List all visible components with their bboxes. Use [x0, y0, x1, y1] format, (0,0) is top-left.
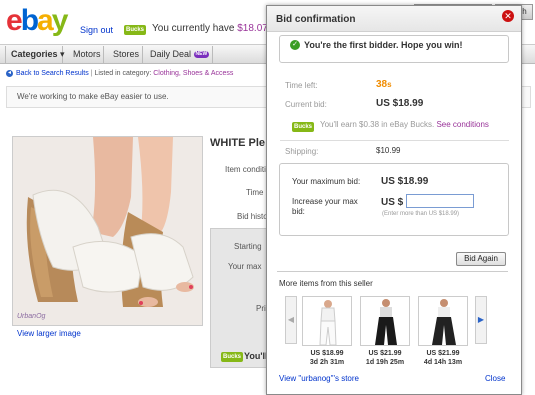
your-max-label: Your max	[228, 262, 262, 271]
seller-item-thumbnail[interactable]	[418, 296, 468, 346]
currency-prefix: US $	[381, 197, 404, 208]
bucks-balance-text: You currently have $18.07	[152, 23, 268, 34]
sign-out-link[interactable]: Sign out	[80, 25, 113, 35]
seller-item-thumbnail[interactable]	[360, 296, 410, 346]
nav-daily-deal[interactable]: Daily Deal NEW	[145, 46, 213, 63]
increase-max-bid-label-2: bid:	[292, 207, 305, 216]
max-bid-input[interactable]	[406, 194, 474, 208]
bid-history-label: Bid histo	[237, 212, 268, 221]
item-condition-label: Item conditi	[225, 165, 266, 174]
carousel-next-icon[interactable]: ▶	[475, 296, 487, 344]
ebay-logo[interactable]: ebay	[6, 4, 76, 38]
max-bid-value: US $18.99	[381, 176, 429, 187]
breadcrumb: ◂ Back to Search Results | Listed in cate…	[0, 66, 270, 82]
success-message: You're the first bidder. Hope you win!	[304, 40, 463, 50]
current-bid-label: Current bid:	[285, 100, 327, 109]
nav-categories[interactable]: Categories ▾	[5, 46, 65, 63]
ebay-bucks-badge: Bucks	[124, 25, 147, 35]
seller-item-time-left: 3d 2h 31m	[309, 359, 345, 366]
max-bid-label: Your maximum bid:	[292, 177, 361, 186]
ebay-bucks-badge-dialog: Bucks	[292, 122, 315, 132]
item-title: WHITE Ple	[210, 137, 266, 149]
category-link[interactable]: Clothing, Shoes & Access	[153, 70, 233, 77]
shipping-label: Shipping:	[285, 147, 319, 156]
seller-item-time-left: 4d 14h 13m	[423, 359, 463, 366]
see-conditions-link[interactable]: See conditions	[436, 120, 488, 129]
check-icon: ✓	[290, 40, 300, 50]
bucks-balance-amount: $18.07	[237, 23, 268, 34]
nav-stores[interactable]: Stores	[108, 46, 143, 63]
white-pants-image	[303, 297, 351, 345]
dialog-title: Bid confirmation	[276, 14, 356, 25]
new-badge: NEW	[193, 51, 210, 59]
youll-earn-text: You'll	[244, 351, 268, 361]
seller-item-price: US $18.99	[310, 350, 344, 357]
time-left-value: 38s	[376, 79, 392, 90]
black-pants-image	[419, 297, 467, 345]
divider	[280, 140, 509, 141]
ebay-bucks-badge-bottom: Bucks	[221, 352, 244, 362]
item-photo[interactable]: UrbanOg	[12, 136, 203, 326]
close-link[interactable]: Close	[485, 374, 505, 383]
carousel-prev-icon[interactable]: ◀	[285, 296, 297, 344]
back-to-results-link[interactable]: Back to Search Results	[16, 70, 89, 77]
view-store-link[interactable]: View "urbanog"'s store	[279, 374, 359, 383]
bucks-earn-text: You'll earn $0.38 in eBay Bucks. See con…	[320, 120, 489, 129]
increase-max-bid-label-1: Increase your max	[292, 197, 358, 206]
divider	[277, 271, 508, 272]
back-arrow-icon[interactable]: ◂	[6, 69, 13, 77]
listed-in-label: Listed in category:	[94, 70, 152, 77]
price-label: Pri	[256, 304, 266, 313]
seller-item-price: US $21.99	[368, 350, 402, 357]
bid-hint: (Enter more than US $18.99)	[382, 211, 460, 217]
seller-item-thumbnail[interactable]	[302, 296, 352, 346]
black-pants-image	[361, 297, 409, 345]
nav-motors[interactable]: Motors	[68, 46, 104, 63]
urbanog-watermark: UrbanOg	[17, 313, 46, 320]
view-larger-image-link[interactable]: View larger image	[17, 329, 81, 338]
close-icon[interactable]: ✕	[502, 10, 514, 22]
seller-item-price: US $21.99	[426, 350, 460, 357]
seller-item-time-left: 1d 19h 25m	[365, 359, 405, 366]
current-bid-value: US $18.99	[376, 98, 424, 109]
time-left-label: Time left:	[285, 81, 318, 90]
bid-again-button[interactable]: Bid Again	[456, 252, 506, 266]
more-items-title: More items from this seller	[279, 279, 373, 288]
time-left-label: Time l	[246, 188, 268, 197]
wedge-sandal-image	[13, 137, 202, 325]
shipping-value: $10.99	[376, 146, 401, 155]
starting-bid-label: Starting	[234, 242, 262, 251]
